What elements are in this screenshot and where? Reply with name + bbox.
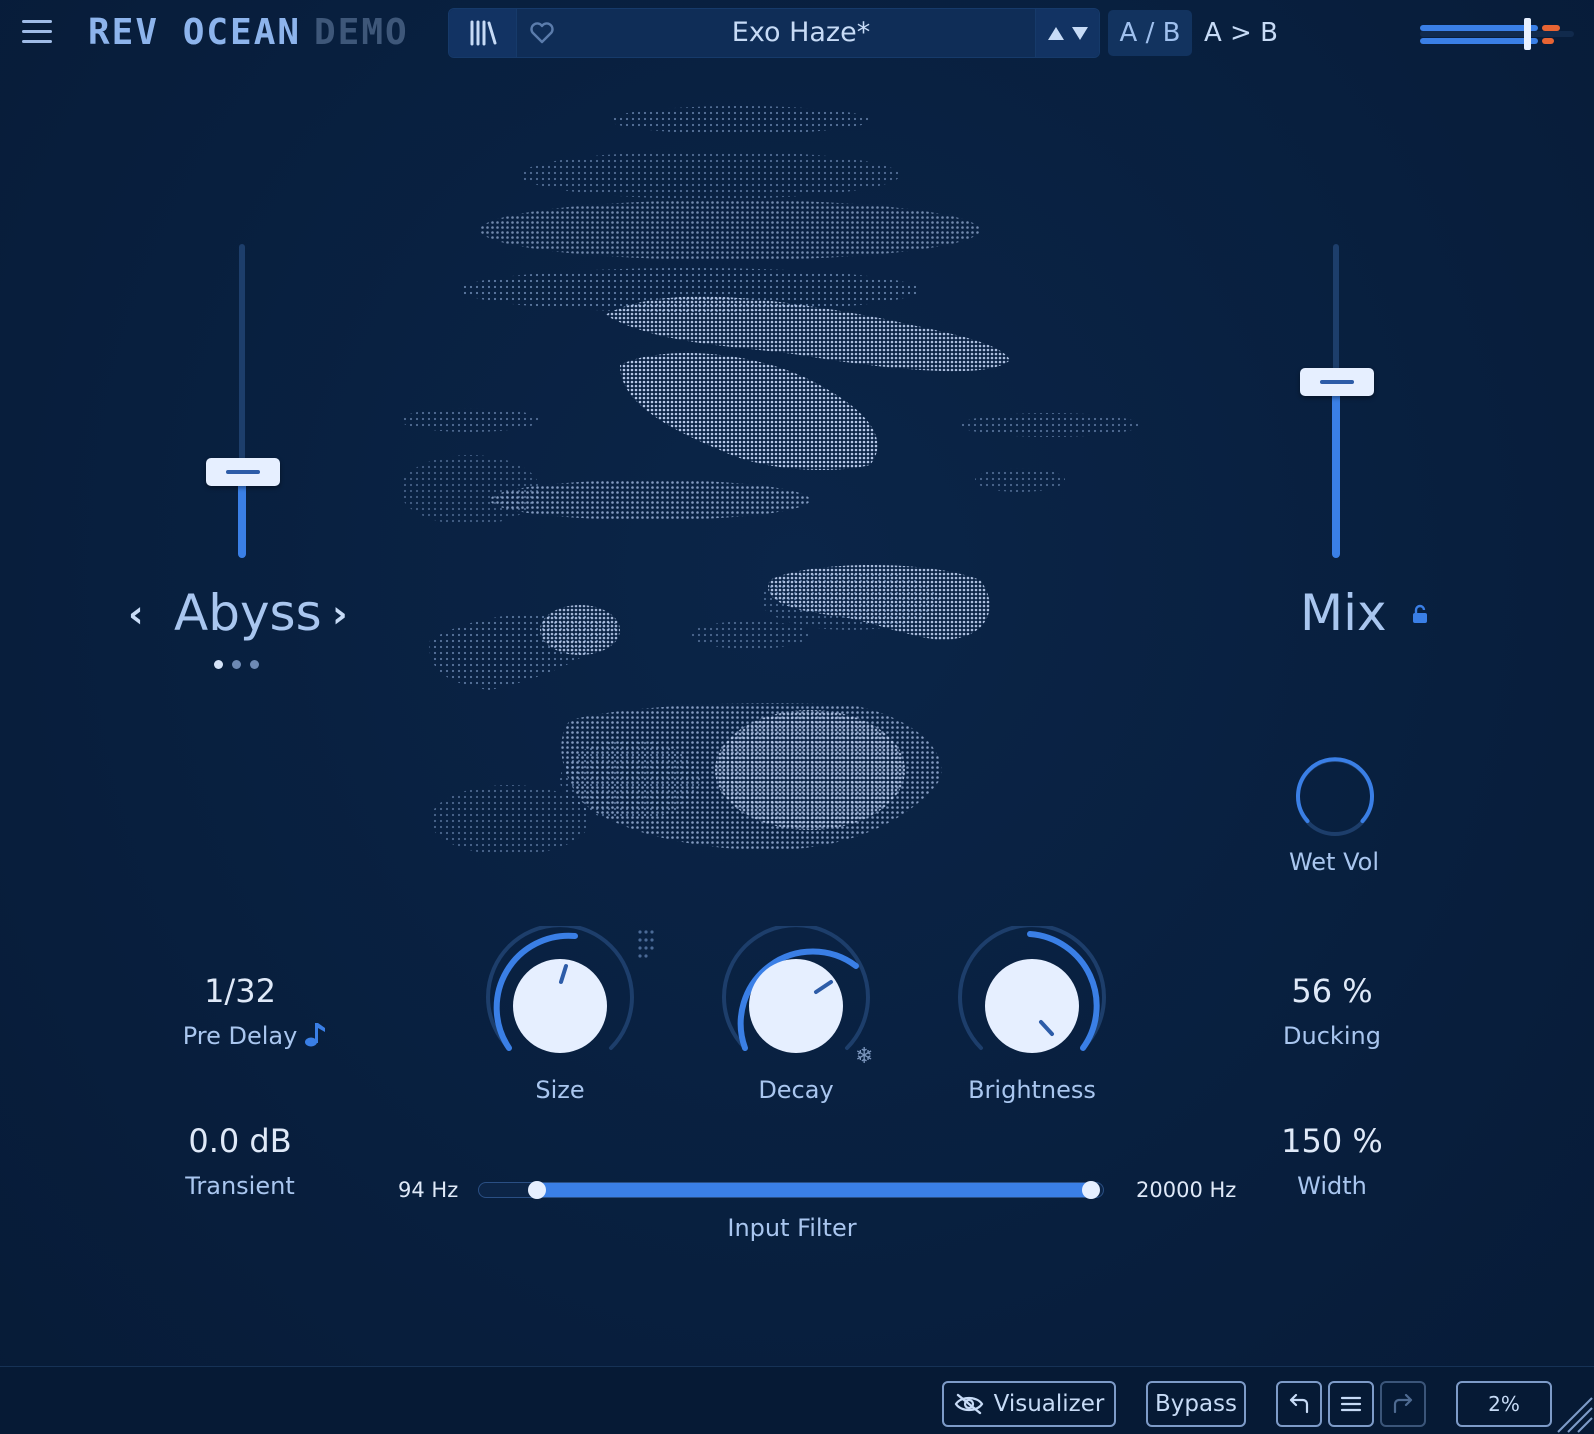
meter-left-bar bbox=[1420, 25, 1538, 31]
range-fill bbox=[536, 1183, 1096, 1197]
chevron-right-icon[interactable]: › bbox=[332, 592, 348, 636]
plugin-window: REV OCEAN DEMO Exo Haze* A / B A > B ‹ A… bbox=[0, 0, 1594, 1434]
zoom-button[interactable]: 2% bbox=[1456, 1381, 1552, 1427]
preset-prev-button[interactable] bbox=[1047, 26, 1064, 40]
visualizer-toggle-button[interactable]: Visualizer bbox=[942, 1381, 1116, 1427]
ab-copy-button[interactable]: A > B bbox=[1204, 10, 1278, 56]
meter-left-peak bbox=[1542, 25, 1560, 31]
input-filter-low-value[interactable]: 94 Hz bbox=[398, 1178, 458, 1202]
eye-off-icon bbox=[954, 1393, 983, 1415]
hamburger-icon[interactable] bbox=[20, 16, 54, 46]
undo-icon[interactable] bbox=[1276, 1381, 1322, 1427]
preset-next-button[interactable] bbox=[1071, 26, 1088, 40]
snowflake-icon[interactable]: ❄ bbox=[855, 1044, 873, 1069]
wet-vol-label: Wet Vol bbox=[1288, 848, 1380, 876]
transient-value[interactable]: 0.0 dB bbox=[160, 1122, 320, 1160]
slider-thumb[interactable] bbox=[206, 458, 280, 486]
output-level-meter[interactable] bbox=[1420, 18, 1574, 50]
width-value[interactable]: 150 % bbox=[1252, 1122, 1412, 1160]
ducking-label: Ducking bbox=[1283, 1022, 1381, 1050]
chevron-left-icon[interactable]: ‹ bbox=[128, 592, 144, 636]
brightness-knob[interactable] bbox=[952, 926, 1112, 1086]
wet-vol-knob[interactable] bbox=[1290, 752, 1380, 842]
brightness-label: Brightness bbox=[968, 1076, 1096, 1104]
input-filter-label: Input Filter bbox=[727, 1214, 857, 1242]
list-icon[interactable] bbox=[1328, 1381, 1374, 1427]
preset-bar: Exo Haze* bbox=[448, 8, 1100, 58]
brand-demo-label: DEMO bbox=[314, 12, 409, 53]
note-icon[interactable] bbox=[304, 1020, 326, 1048]
mix-slider[interactable] bbox=[1296, 244, 1376, 564]
preset-name[interactable]: Exo Haze* bbox=[567, 9, 1035, 57]
meter-track bbox=[1420, 31, 1574, 37]
input-filter-low-handle[interactable] bbox=[528, 1181, 546, 1199]
visualizer-label: Visualizer bbox=[993, 1391, 1105, 1417]
visualizer-mid-layer bbox=[429, 565, 990, 690]
visualizer-bottom-layer bbox=[430, 703, 942, 855]
mix-label: Mix bbox=[1300, 584, 1387, 642]
redo-icon[interactable] bbox=[1380, 1381, 1426, 1427]
page-dot[interactable] bbox=[250, 660, 259, 669]
slider-fill bbox=[1332, 384, 1340, 558]
brand-title: REV OCEAN bbox=[88, 12, 302, 53]
meter-right-peak bbox=[1542, 38, 1554, 44]
slider-thumb[interactable] bbox=[1300, 368, 1374, 396]
ducking-value[interactable]: 56 % bbox=[1252, 972, 1412, 1010]
library-icon[interactable] bbox=[449, 9, 517, 57]
meter-right-bar bbox=[1420, 38, 1538, 44]
lock-icon[interactable] bbox=[1412, 604, 1428, 624]
page-dot[interactable] bbox=[214, 660, 223, 669]
page-dot[interactable] bbox=[232, 660, 241, 669]
size-knob[interactable] bbox=[480, 926, 640, 1086]
bypass-button[interactable]: Bypass bbox=[1146, 1381, 1246, 1427]
visualizer-top-layer bbox=[400, 106, 1140, 525]
size-label: Size bbox=[535, 1076, 585, 1104]
heart-icon[interactable] bbox=[517, 9, 567, 57]
algorithm-page-dots bbox=[214, 660, 259, 669]
input-filter-high-handle[interactable] bbox=[1082, 1181, 1100, 1199]
decay-knob[interactable] bbox=[716, 926, 876, 1086]
input-filter-high-value[interactable]: 20000 Hz bbox=[1136, 1178, 1236, 1202]
drag-grip-icon[interactable] bbox=[636, 928, 656, 962]
width-label: Width bbox=[1297, 1172, 1367, 1200]
algorithm-size-slider[interactable] bbox=[202, 244, 282, 564]
transient-label: Transient bbox=[185, 1172, 295, 1200]
ab-toggle-button[interactable]: A / B bbox=[1108, 10, 1192, 56]
pre-delay-value[interactable]: 1/32 bbox=[160, 972, 320, 1010]
reverb-visualizer bbox=[400, 106, 1140, 855]
input-filter-range-slider[interactable] bbox=[478, 1176, 1104, 1204]
preset-nav bbox=[1035, 9, 1099, 57]
algorithm-name: Abyss bbox=[174, 584, 322, 642]
pre-delay-label: Pre Delay bbox=[182, 1022, 298, 1050]
resize-grip-icon[interactable] bbox=[1554, 1394, 1594, 1434]
decay-label: Decay bbox=[758, 1076, 834, 1104]
footer-bar: Visualizer Bypass 2% bbox=[0, 1366, 1594, 1434]
output-gain-handle[interactable] bbox=[1524, 18, 1531, 50]
